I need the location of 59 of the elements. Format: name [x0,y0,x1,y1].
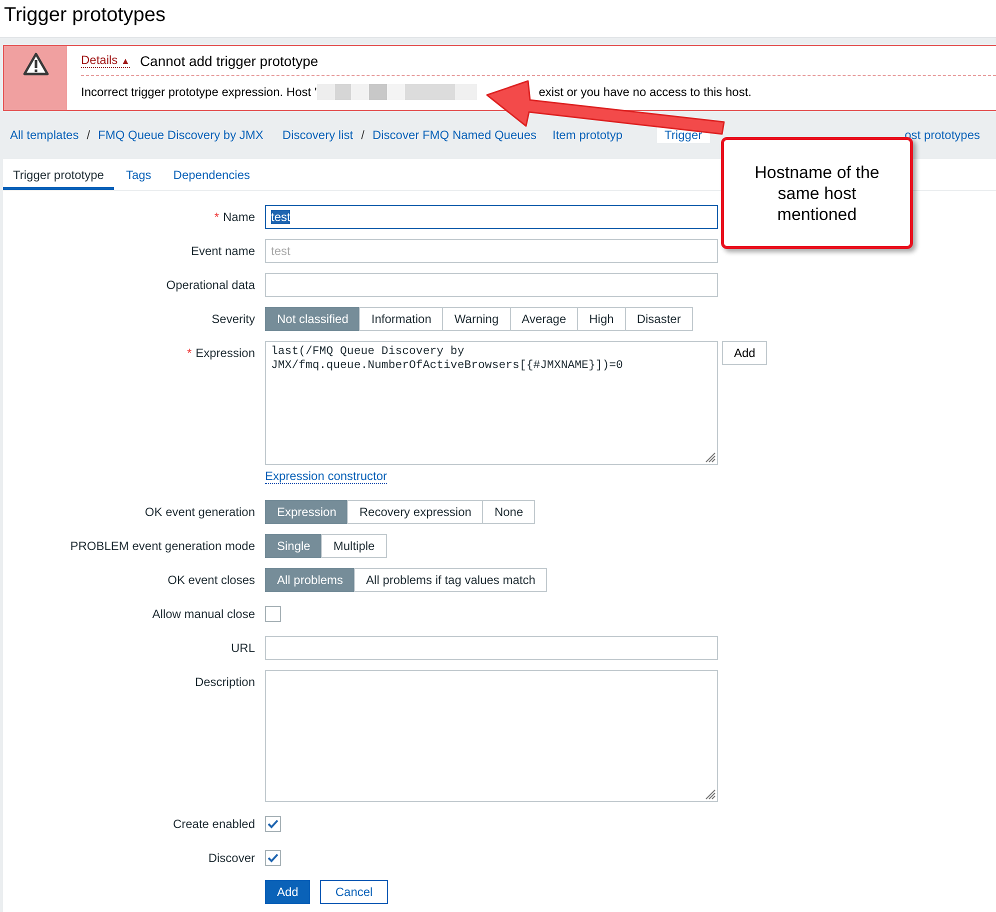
field-label: URL [230,641,255,655]
required-mark: * [186,346,192,360]
field-label: PROBLEM event generation mode [70,539,255,553]
text-field[interactable] [265,273,718,297]
field-label: Create enabled [172,817,255,831]
details-toggle[interactable]: Details ▲ [81,53,130,68]
segment-option[interactable]: Warning [442,307,511,331]
segment-option[interactable]: None [482,500,536,524]
checkbox[interactable] [265,816,281,832]
segment-option[interactable]: Expression [265,500,348,524]
add-button[interactable]: Add [722,341,768,365]
resize-grip-icon [704,451,716,463]
breadcrumb-separator: / [86,128,90,142]
page-title: Trigger prototypes [3,3,167,27]
segment-option[interactable]: Recovery expression [347,500,484,524]
field-label: Allow manual close [152,607,255,621]
segment-option[interactable]: Multiple [321,534,387,558]
text-field[interactable] [265,636,718,660]
navigation-tab[interactable]: Item prototyp [544,127,631,143]
required-mark: * [214,210,219,224]
text-area[interactable] [265,670,718,802]
checkbox[interactable] [265,850,281,866]
checkbox[interactable] [265,606,281,622]
form-button[interactable]: Cancel [320,880,388,904]
text-area[interactable]: last(/FMQ Queue Discovery by JMX/fmq.queue.NumberOfActiveBrowsers[{#JMXNAME}])=0 [265,341,718,465]
field-label: Expression [196,346,255,360]
error-text: exist or you have no access to this host. [538,85,752,99]
field-label: OK event generation [144,505,255,519]
error-text: Incorrect trigger prototype expression. Host ' [81,85,317,99]
field-label: Severity [212,312,255,326]
breadcrumb-link[interactable]: Discovery list [282,128,354,142]
segment-option[interactable]: Disaster [624,307,693,331]
resize-grip-icon [704,788,716,800]
field-label: Operational data [166,278,255,292]
breadcrumb-link[interactable]: All templates [10,128,79,142]
form-tab[interactable]: Trigger prototype [3,159,114,190]
form-button[interactable]: Add [265,880,310,904]
field-label: Discover [208,851,255,865]
segment-option[interactable]: Information [359,307,444,331]
error-title: Cannot add trigger prototype [140,52,318,68]
callout-text: Hostname of the same host mentioned [754,162,880,224]
segment-option[interactable]: All problems if tag values match [354,568,548,592]
segment-option[interactable]: Average [510,307,578,331]
segment-option[interactable]: High [577,307,626,331]
field-label: Name [222,210,255,224]
form-tab[interactable]: Dependencies [163,159,260,190]
breadcrumb-link[interactable]: FMQ Queue Discovery by JMX [98,128,264,142]
segment-option[interactable]: Not classified [265,307,360,331]
segment-option[interactable]: Single [265,534,322,558]
form-tab[interactable]: Tags [116,159,162,190]
expression-constructor-link[interactable]: Expression constructor [265,469,388,484]
segment-option[interactable]: All problems [265,568,356,592]
breadcrumb-link[interactable]: Discover FMQ Named Queues [372,128,537,142]
breadcrumb-separator: / [361,128,364,142]
field-label: Event name [190,244,255,258]
warning-icon [22,52,48,76]
field-label: Description [194,675,255,689]
field-label: OK event closes [168,573,255,587]
text-field[interactable]: test [265,205,718,229]
